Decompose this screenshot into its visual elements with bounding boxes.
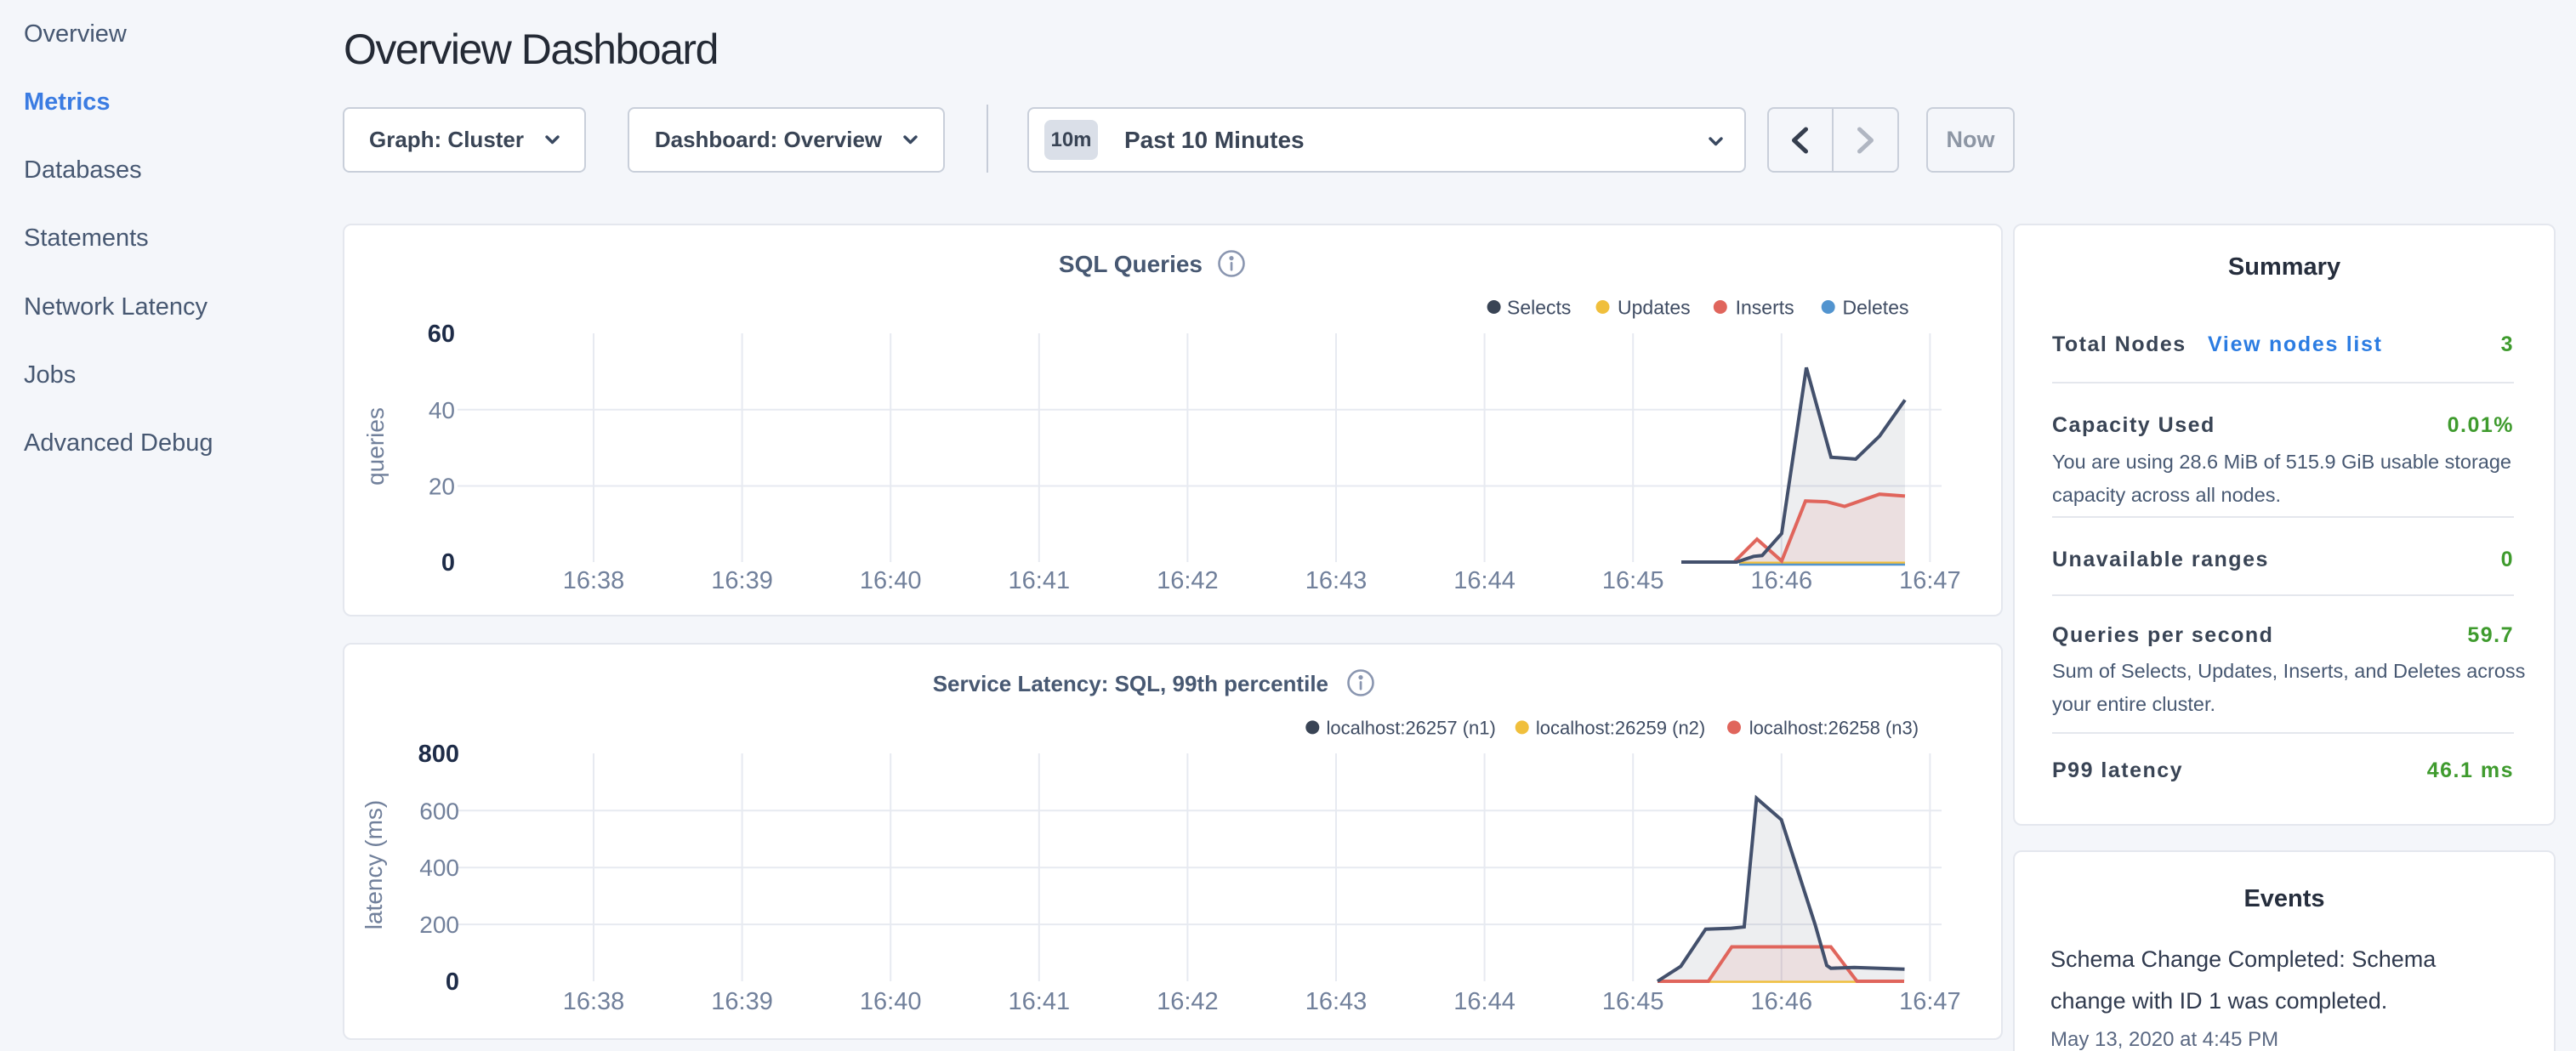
svg-text:localhost:26258 (n3): localhost:26258 (n3) xyxy=(1749,718,1919,739)
svg-text:16:45: 16:45 xyxy=(1602,988,1664,1015)
svg-text:localhost:26257 (n1): localhost:26257 (n1) xyxy=(1327,718,1496,739)
svg-text:16:44: 16:44 xyxy=(1453,988,1515,1015)
svg-text:Deletes: Deletes xyxy=(1843,296,1909,318)
svg-text:Updates: Updates xyxy=(1618,296,1691,318)
svg-text:16:39: 16:39 xyxy=(711,567,773,594)
svg-text:16:41: 16:41 xyxy=(1009,988,1071,1015)
svg-text:16:43: 16:43 xyxy=(1305,988,1368,1015)
svg-text:400: 400 xyxy=(419,855,459,881)
svg-text:Inserts: Inserts xyxy=(1736,296,1794,318)
svg-text:Service Latency: SQL, 99th per: Service Latency: SQL, 99th percentile xyxy=(933,671,1328,696)
svg-text:20: 20 xyxy=(429,474,455,500)
svg-text:16:47: 16:47 xyxy=(1899,567,1961,594)
svg-text:queries: queries xyxy=(362,407,389,486)
svg-text:16:42: 16:42 xyxy=(1157,988,1219,1015)
svg-text:Selects: Selects xyxy=(1507,296,1571,318)
svg-text:16:40: 16:40 xyxy=(860,567,922,594)
svg-text:16:46: 16:46 xyxy=(1751,988,1813,1015)
svg-text:16:39: 16:39 xyxy=(711,988,773,1015)
svg-text:16:45: 16:45 xyxy=(1602,567,1664,594)
svg-text:40: 40 xyxy=(429,397,455,423)
svg-text:800: 800 xyxy=(418,741,459,768)
svg-text:16:38: 16:38 xyxy=(563,567,625,594)
svg-text:16:43: 16:43 xyxy=(1305,567,1368,594)
svg-text:latency (ms): latency (ms) xyxy=(361,800,387,929)
svg-text:16:46: 16:46 xyxy=(1751,567,1813,594)
svg-text:0: 0 xyxy=(441,549,455,577)
svg-text:localhost:26259 (n2): localhost:26259 (n2) xyxy=(1536,718,1705,739)
svg-text:16:44: 16:44 xyxy=(1453,567,1515,594)
svg-text:16:38: 16:38 xyxy=(563,988,625,1015)
svg-text:200: 200 xyxy=(419,912,459,938)
svg-text:60: 60 xyxy=(428,321,455,348)
svg-text:600: 600 xyxy=(419,798,459,824)
svg-text:16:47: 16:47 xyxy=(1899,988,1961,1015)
svg-text:0: 0 xyxy=(446,969,459,996)
svg-text:16:41: 16:41 xyxy=(1009,567,1071,594)
svg-text:16:42: 16:42 xyxy=(1157,567,1219,594)
svg-text:SQL Queries: SQL Queries xyxy=(1059,251,1203,277)
svg-text:16:40: 16:40 xyxy=(860,988,922,1015)
